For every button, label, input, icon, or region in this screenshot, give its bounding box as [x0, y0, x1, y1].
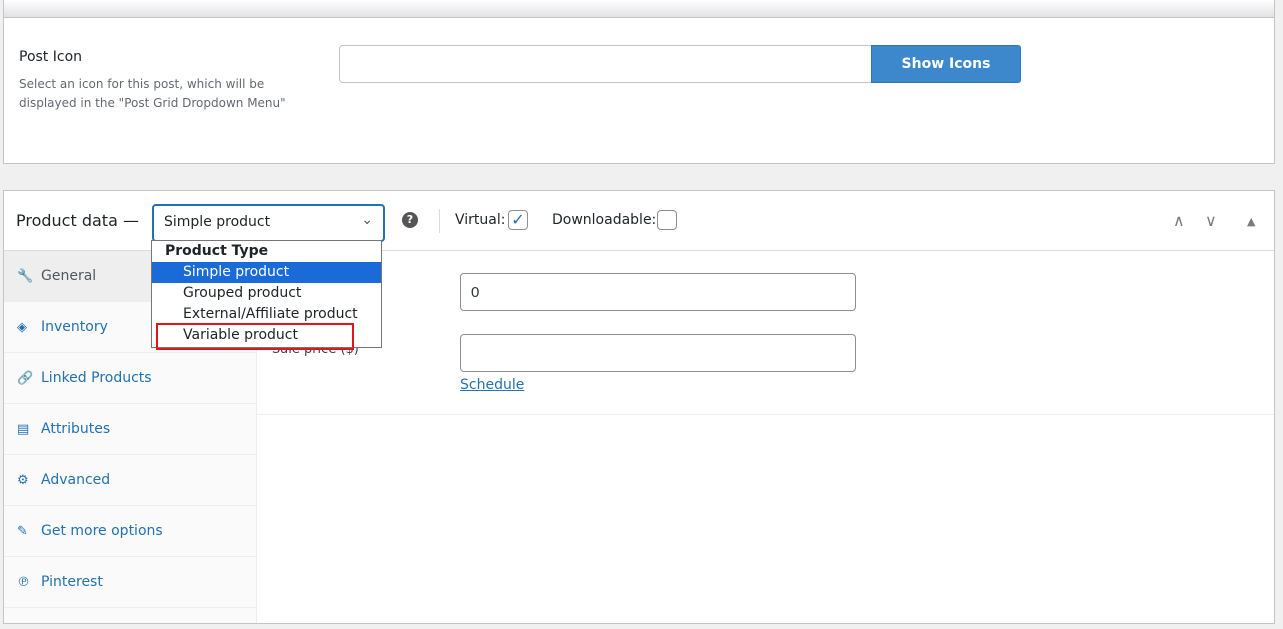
virtual-label: Virtual: [455, 212, 506, 228]
schedule-link[interactable]: Schedule [460, 377, 524, 393]
tab-linked-products[interactable]: 🔗 Linked Products [4, 353, 256, 404]
plugin-icon: ✎ [17, 523, 28, 539]
regular-price-input[interactable] [460, 273, 856, 311]
post-icon-description: Select an icon for this post, which will… [19, 77, 286, 110]
link-icon: 🔗 [17, 370, 34, 386]
divider [257, 414, 1274, 415]
tab-label: Linked Products [41, 370, 152, 386]
move-down-icon[interactable]: ∨ [1205, 211, 1217, 230]
product-type-select[interactable]: Simple product ⌄ [152, 204, 385, 242]
panel-header [4, 0, 1274, 18]
virtual-checkbox[interactable]: ✓ [508, 210, 528, 230]
help-icon[interactable]: ? [402, 212, 418, 228]
tab-get-more-options[interactable]: ✎ Get more options [4, 506, 256, 557]
tab-label: General [41, 268, 97, 284]
tab-label: Get more options [41, 523, 163, 539]
downloadable-checkbox[interactable] [657, 210, 677, 230]
option-group-label: Product Type [165, 243, 269, 259]
selected-value: Simple product [164, 214, 271, 230]
post-icon-panel: Post Icon Select an icon for this post, … [3, 0, 1275, 164]
gear-icon: ⚙ [17, 472, 29, 488]
show-icons-button[interactable]: Show Icons [871, 45, 1021, 83]
option-grouped-product[interactable]: Grouped product [152, 283, 381, 304]
tab-pinterest[interactable]: ℗ Pinterest [4, 557, 256, 608]
tab-label: Pinterest [41, 574, 103, 590]
tab-label: Advanced [41, 472, 111, 488]
collapse-toggle-icon[interactable]: ▲ [1247, 215, 1255, 228]
tag-icon: ◈ [17, 319, 27, 335]
tab-label: Attributes [41, 421, 111, 437]
option-simple-product[interactable]: Simple product [152, 262, 381, 283]
tab-label: Inventory [41, 319, 108, 335]
pinterest-icon: ℗ [17, 574, 30, 590]
tab-attributes[interactable]: ▤ Attributes [4, 404, 256, 455]
list-icon: ▤ [17, 421, 30, 437]
annotation-highlight-box [156, 323, 354, 350]
wrench-icon: 🔧 [17, 268, 34, 284]
option-external-affiliate-product[interactable]: External/Affiliate product [152, 304, 381, 325]
sale-price-input[interactable] [460, 334, 856, 372]
chevron-down-icon: ⌄ [361, 212, 373, 228]
post-icon-input[interactable] [339, 45, 873, 83]
tab-advanced[interactable]: ⚙ Advanced [4, 455, 256, 506]
move-up-icon[interactable]: ∧ [1173, 211, 1185, 230]
post-icon-title: Post Icon [19, 49, 83, 65]
divider [439, 209, 440, 233]
downloadable-label: Downloadable: [552, 212, 657, 228]
product-data-title: Product data — [16, 211, 139, 230]
